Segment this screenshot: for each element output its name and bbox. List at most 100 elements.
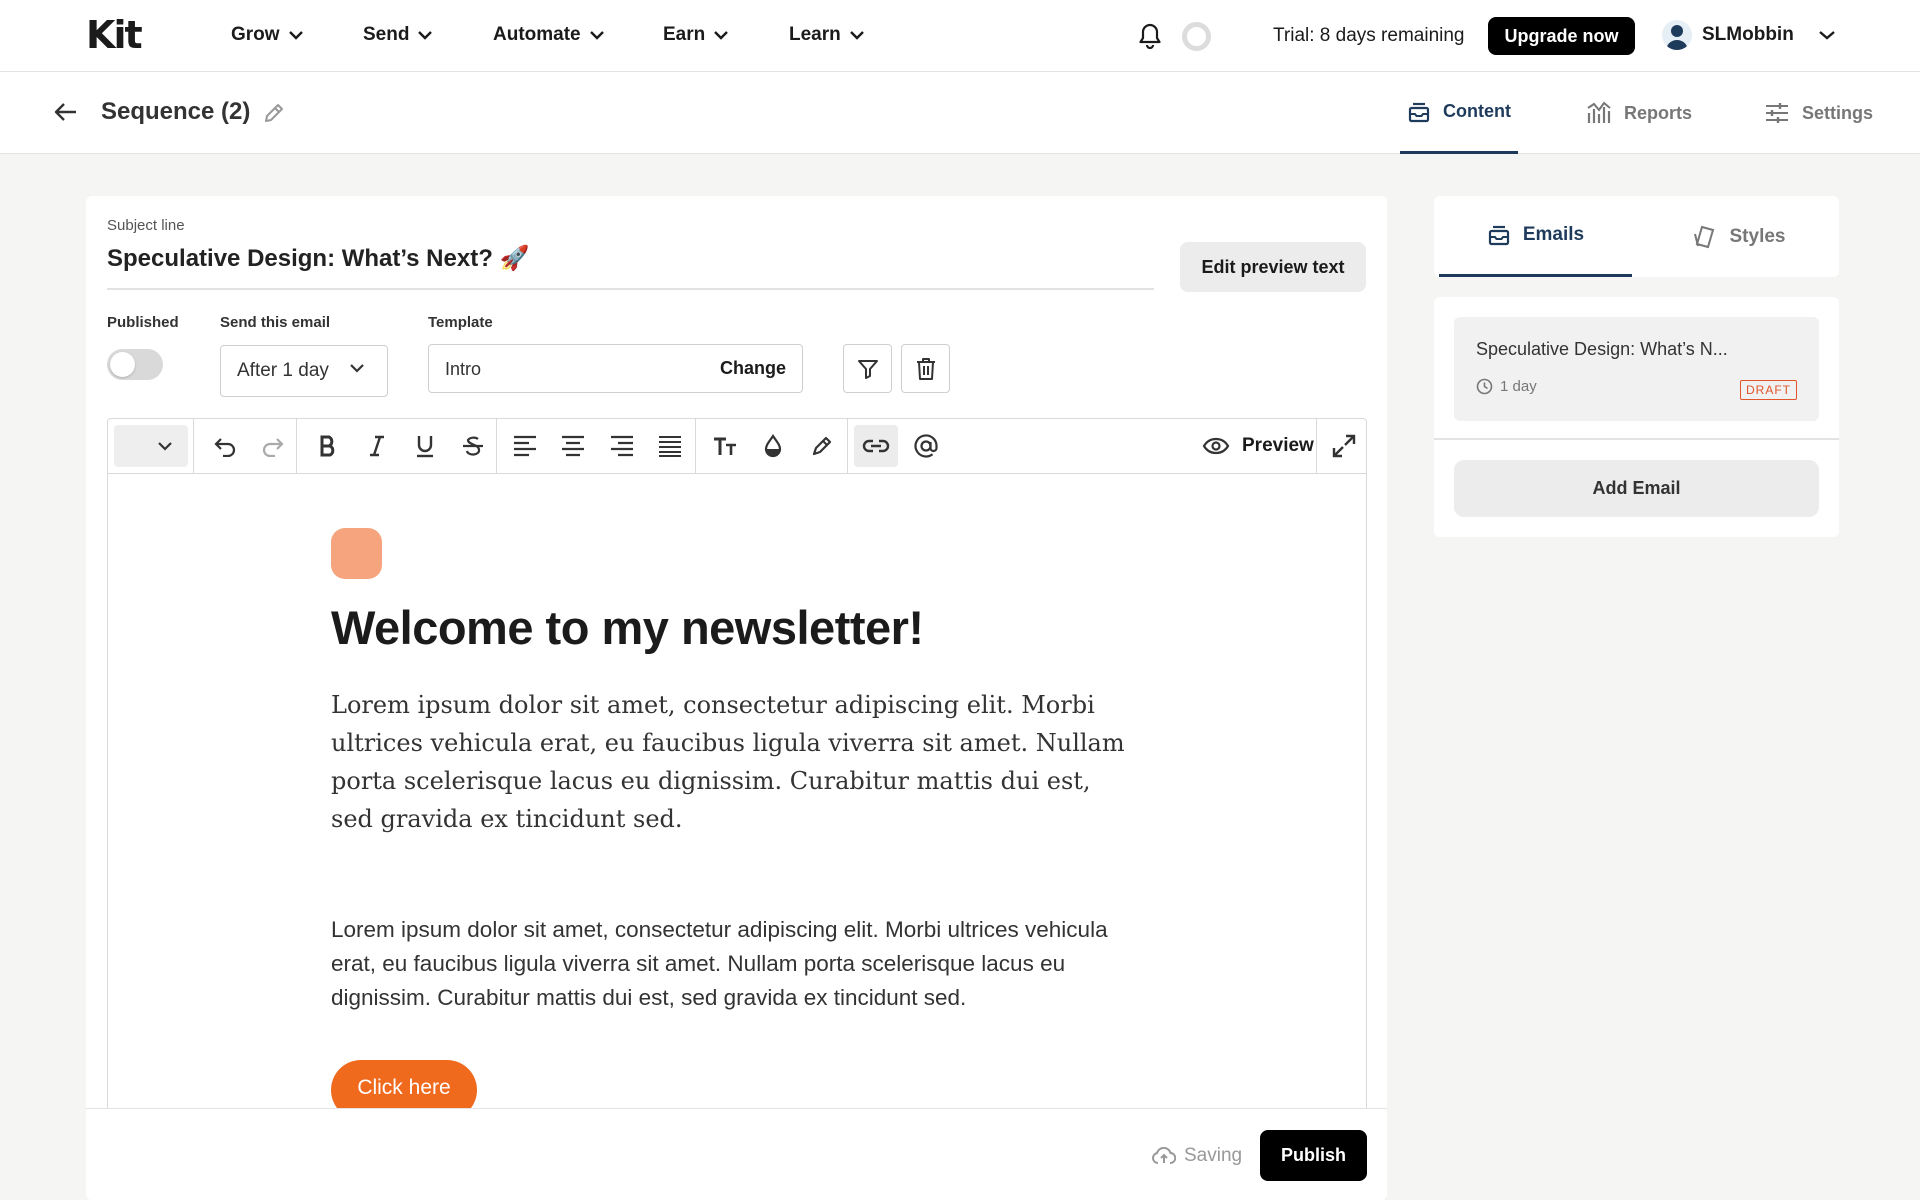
at-sign-icon (914, 434, 938, 458)
italic-button[interactable] (355, 419, 399, 473)
expand-icon (1332, 434, 1356, 458)
tab-emails-label: Emails (1522, 224, 1585, 245)
nav-earn-label: Earn (663, 24, 706, 45)
undo-icon (214, 438, 236, 457)
tab-content[interactable]: Content (1400, 72, 1518, 154)
template-label: Template (428, 314, 493, 331)
align-left-icon (514, 435, 536, 457)
tab-settings-label: Settings (1802, 102, 1874, 123)
published-toggle[interactable] (107, 349, 163, 380)
pencil-icon[interactable] (262, 101, 286, 125)
status-badge: DRAFT (1740, 380, 1797, 400)
link-button[interactable] (854, 425, 898, 467)
email-editor-card: Subject line Speculative Design: What’s … (86, 196, 1387, 1200)
newsletter-logo[interactable] (331, 528, 382, 579)
change-template-button[interactable]: Change (720, 358, 786, 379)
publish-button[interactable]: Publish (1260, 1130, 1367, 1181)
email-headline[interactable]: Welcome to my newsletter! (331, 600, 924, 655)
align-left-button[interactable] (503, 419, 547, 473)
undo-button[interactable] (203, 419, 247, 473)
send-delay-value: After 1 day (237, 360, 329, 381)
back-arrow-icon[interactable] (54, 102, 78, 122)
click-here-button[interactable]: Click here (331, 1060, 477, 1108)
bell-icon[interactable] (1138, 23, 1162, 49)
highlight-button[interactable] (800, 419, 844, 473)
text-size-button[interactable] (703, 419, 747, 473)
email-canvas[interactable]: Welcome to my newsletter! Lorem ipsum do… (107, 474, 1367, 1108)
link-icon (862, 439, 890, 453)
text-size-icon (714, 437, 736, 455)
expand-button[interactable] (1322, 419, 1366, 473)
sidebar-tabs: Emails Styles (1434, 196, 1839, 277)
align-justify-button[interactable] (648, 419, 692, 473)
kit-logo[interactable]: Kit (86, 16, 143, 54)
nav-automate[interactable]: Automate (493, 24, 605, 46)
nav-send-label: Send (363, 24, 410, 45)
subject-line-label: Subject line (107, 217, 185, 234)
edit-preview-text-button[interactable]: Edit preview text (1180, 242, 1366, 292)
align-right-button[interactable] (600, 419, 644, 473)
align-center-button[interactable] (551, 419, 595, 473)
formatting-toolbar: Preview (107, 418, 1367, 474)
page-title: Sequence (2) (101, 98, 251, 125)
tab-content-label: Content (1443, 101, 1511, 121)
strikethrough-button[interactable] (451, 419, 495, 473)
saving-status: Saving (1152, 1145, 1242, 1167)
mention-button[interactable] (904, 419, 948, 473)
add-email-button[interactable]: Add Email (1454, 460, 1819, 517)
bar-chart-icon (1587, 101, 1611, 123)
template-value: Intro (445, 359, 482, 379)
swatch-icon (1693, 225, 1714, 248)
nav-grow-label: Grow (231, 24, 280, 45)
upgrade-now-button[interactable]: Upgrade now (1488, 17, 1635, 55)
block-style-select[interactable] (114, 425, 188, 467)
editor-footer: Saving Publish (86, 1108, 1387, 1200)
underline-button[interactable] (403, 419, 447, 473)
send-this-email-label: Send this email (220, 314, 331, 331)
nav-grow[interactable]: Grow (231, 24, 304, 46)
nav-learn-label: Learn (789, 24, 841, 45)
tab-emails[interactable]: Emails (1439, 196, 1632, 277)
align-right-icon (611, 435, 633, 457)
nav-automate-label: Automate (493, 24, 581, 45)
tab-reports[interactable]: Reports (1586, 72, 1692, 154)
email-paragraph-serif[interactable]: Lorem ipsum dolor sit amet, consectetur … (331, 686, 1131, 838)
bold-button[interactable] (306, 419, 350, 473)
tab-styles-label: Styles (1729, 225, 1786, 247)
email-item-delay: 1 day (1476, 378, 1537, 395)
send-delay-select[interactable]: After 1 day (220, 345, 388, 397)
eye-icon (1202, 437, 1230, 455)
avatar (1662, 20, 1692, 50)
filter-icon (857, 359, 878, 379)
saving-label: Saving (1184, 1145, 1243, 1166)
inbox-icon (1408, 102, 1430, 122)
email-paragraph-sans[interactable]: Lorem ipsum dolor sit amet, consectetur … (331, 913, 1141, 1015)
preview-button[interactable]: Preview (1202, 419, 1314, 473)
bold-icon (320, 435, 335, 457)
sequence-email-item[interactable]: Speculative Design: What’s N... 1 day DR… (1454, 317, 1819, 421)
underline-icon (417, 436, 433, 458)
subject-line-input[interactable]: Speculative Design: What’s Next? 🚀 (107, 244, 1154, 290)
nav-earn[interactable]: Earn (663, 24, 729, 46)
delete-button[interactable] (901, 344, 950, 393)
published-label: Published (107, 314, 179, 331)
email-item-delay-text: 1 day (1500, 378, 1537, 395)
text-color-button[interactable] (751, 419, 795, 473)
tab-reports-label: Reports (1624, 102, 1693, 123)
cloud-upload-icon (1152, 1147, 1176, 1164)
chevron-down-icon (1819, 31, 1835, 40)
chevron-down-icon (714, 31, 729, 40)
sequence-header: Sequence (2) Content Reports Settings (0, 72, 1920, 154)
color-drop-icon (764, 434, 782, 458)
align-center-icon (562, 435, 584, 457)
loading-ring-icon (1182, 22, 1211, 51)
filter-button[interactable] (843, 344, 892, 393)
top-navigation: Kit Grow Send Automate Earn Learn Trial:… (0, 0, 1920, 72)
template-field: Intro Change (428, 344, 803, 393)
nav-send[interactable]: Send (363, 24, 433, 46)
nav-learn[interactable]: Learn (789, 24, 865, 46)
tab-settings[interactable]: Settings (1764, 72, 1873, 154)
user-menu[interactable]: SLMobbin (1662, 20, 1836, 50)
redo-button[interactable] (251, 419, 295, 473)
tab-styles[interactable]: Styles (1642, 196, 1835, 277)
